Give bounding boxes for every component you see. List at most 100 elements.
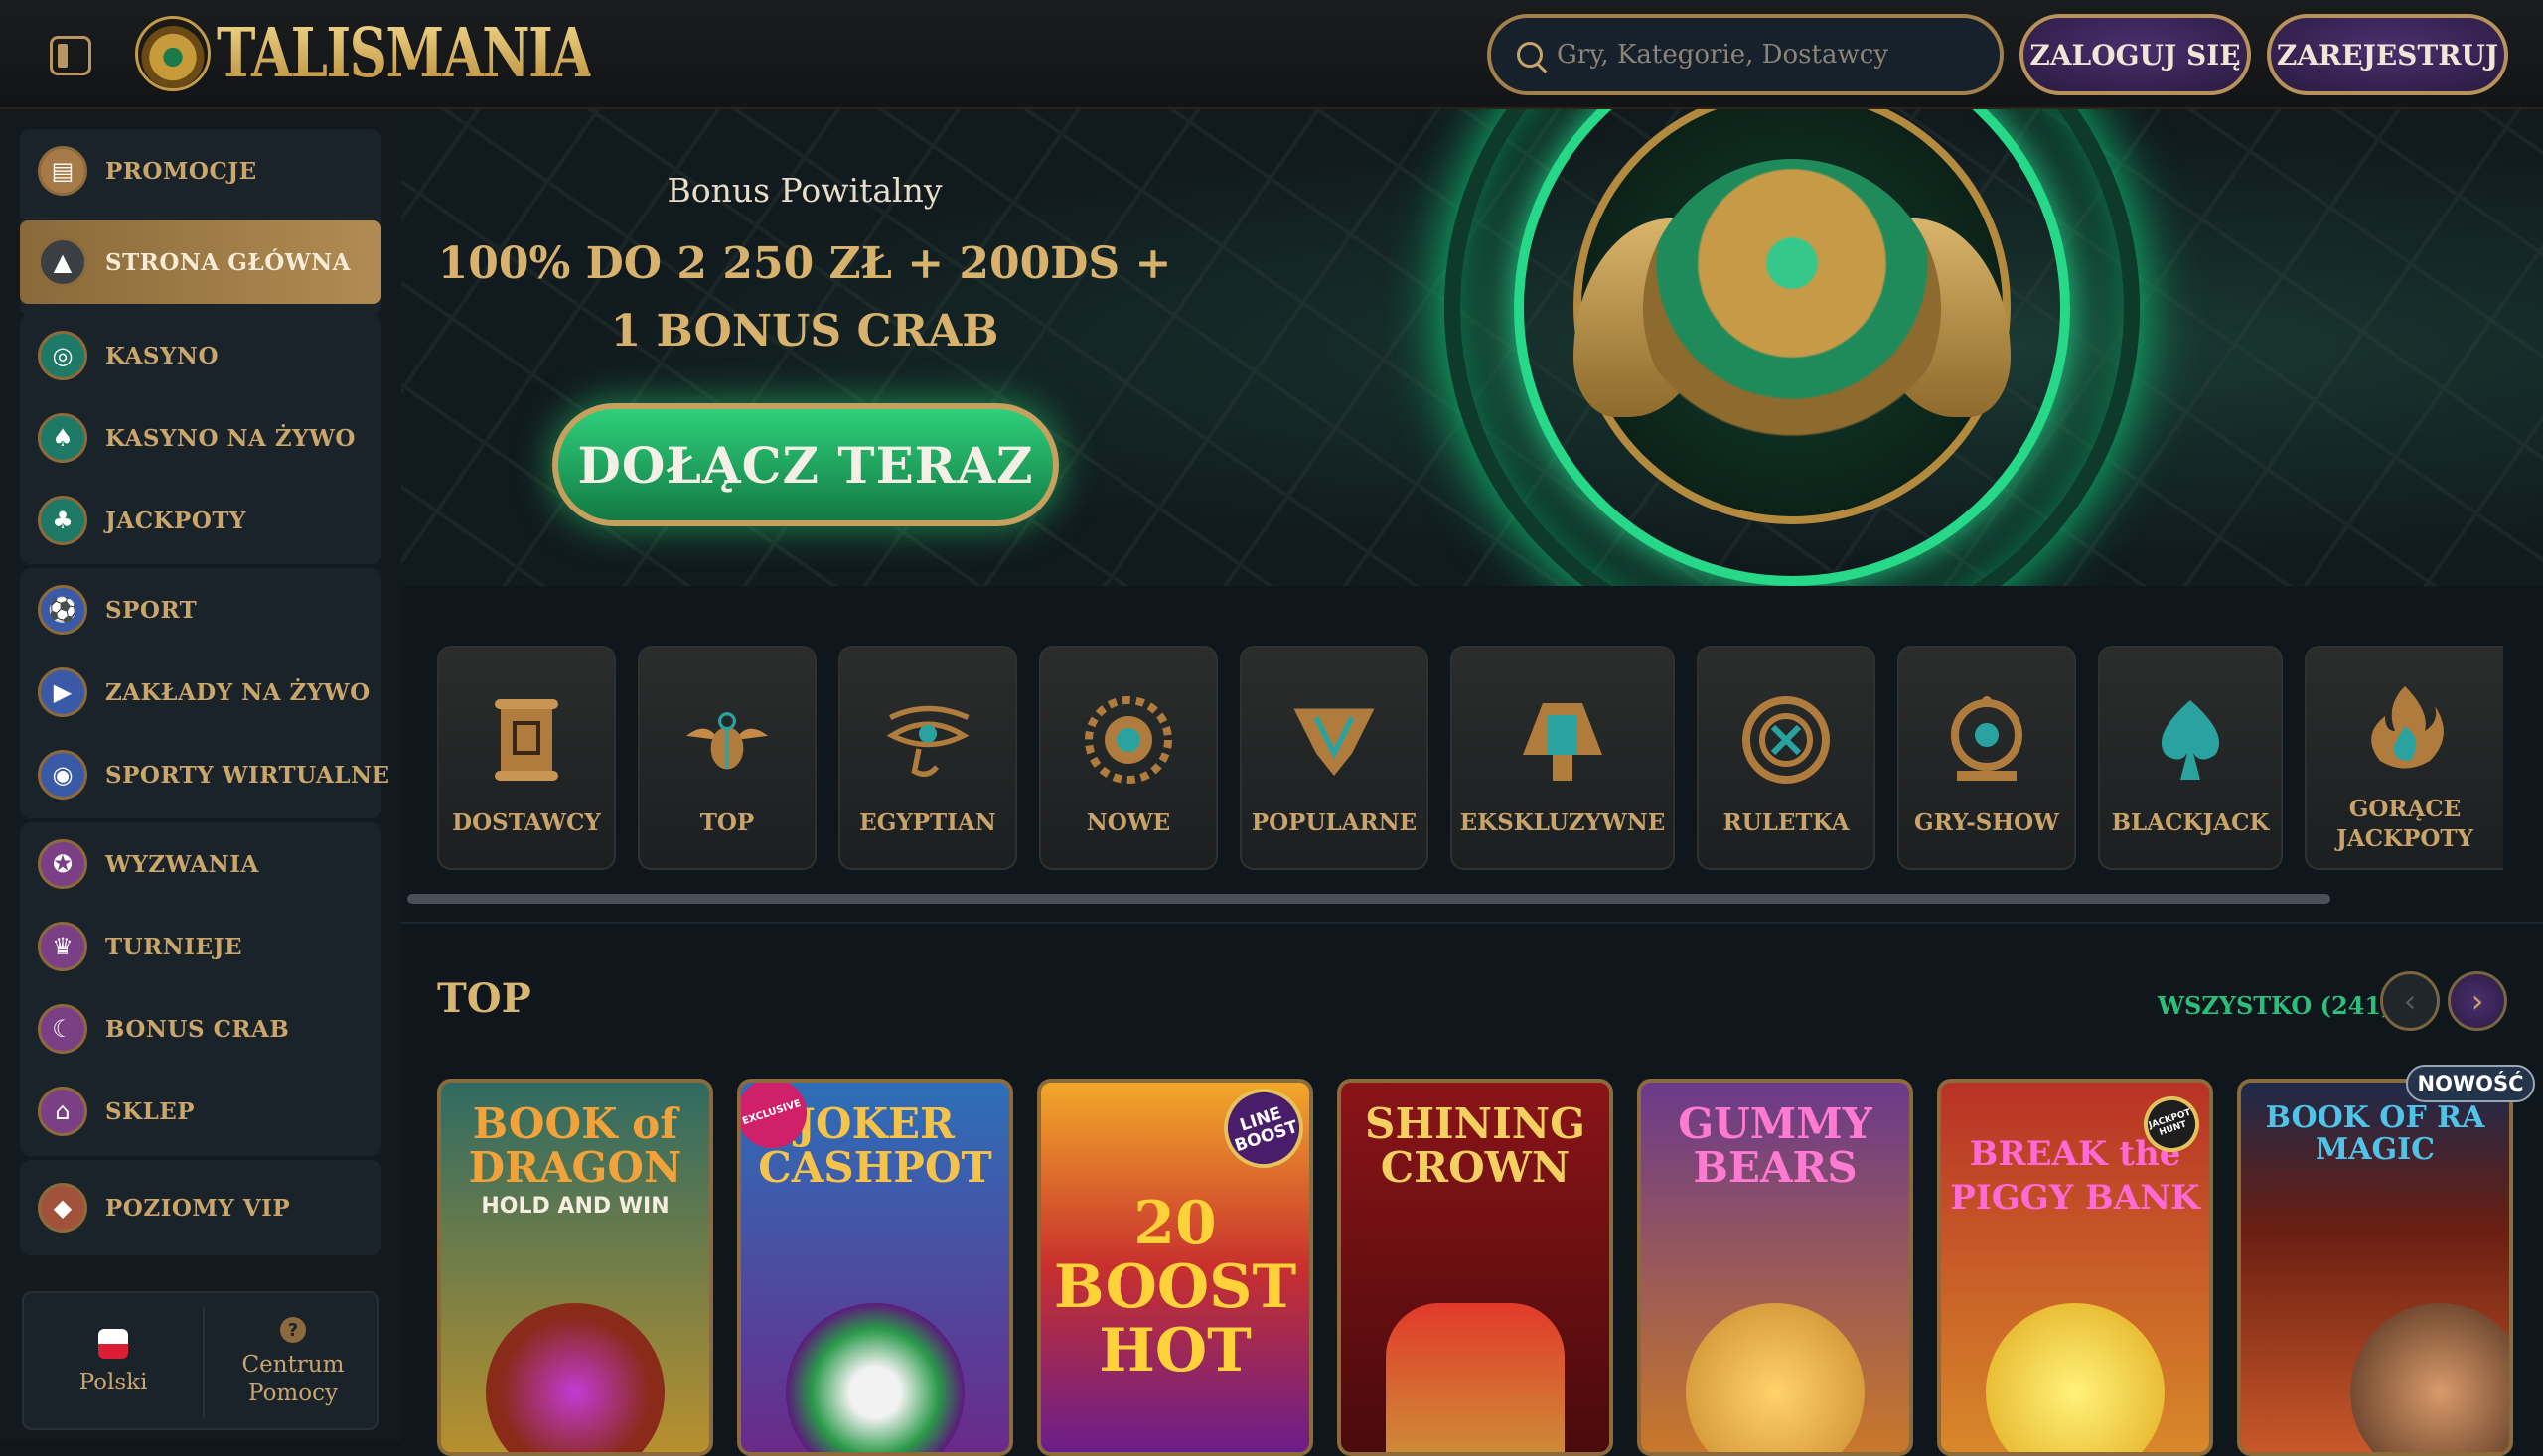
sidebar-item-label: SPORTY WIRTUALNE	[105, 761, 390, 789]
diamond-icon: ◆	[38, 1183, 87, 1233]
category-scrollbar[interactable]	[407, 894, 2330, 904]
banner-headline: 100% DO 2 250 ZŁ + 200DS + 1 BONUS CRAB	[401, 230, 1208, 365]
help-center-button[interactable]: ? Centrum Pomocy	[205, 1293, 381, 1432]
logo-text: TALISMANIA	[217, 14, 592, 93]
sidebar-item-label: BONUS CRAB	[105, 1015, 290, 1043]
sidebar-item-label: KASYNO	[105, 342, 219, 369]
ball-icon: ⚽	[38, 585, 87, 635]
banner-subtitle: Bonus Powitalny	[667, 171, 943, 210]
explorer-art	[2350, 1303, 2509, 1452]
spade-icon	[2146, 695, 2235, 785]
play-icon: ▶	[38, 667, 87, 717]
sidebar-item-sport[interactable]: ⚽ SPORT	[20, 568, 381, 652]
category-label: GRY-SHOW	[1914, 809, 2059, 836]
games-section-top: TOP WSZYSTKO (241) ‹ › NOWOŚĆ BOOK of DR…	[401, 924, 2543, 1456]
joker-art	[786, 1303, 965, 1452]
game-title: SHINING CROWN	[1365, 1099, 1585, 1192]
spade-icon: ♠	[38, 413, 87, 463]
category-egyptian[interactable]: EGYPTIAN	[838, 646, 1017, 870]
search-icon	[1517, 42, 1543, 68]
help-icon: ?	[280, 1317, 306, 1343]
sidebar-item-label: TURNIEJE	[105, 933, 243, 960]
game-card[interactable]: 20 BOOST HOT LINE BOOST	[1037, 1079, 1313, 1456]
sidebar-item-poziomy-vip[interactable]: ◆ POZIOMY VIP	[20, 1166, 381, 1249]
chevron-left-icon[interactable]: ‹	[2380, 971, 2440, 1031]
gift-box-icon: ▤	[38, 146, 87, 196]
sidebar-item-label: SPORT	[105, 596, 198, 624]
category-ekskluzywne[interactable]: EKSKLUZYWNE	[1450, 646, 1675, 870]
chevron-right-icon[interactable]: ›	[2448, 971, 2507, 1031]
sidebar-footer: Polski ? Centrum Pomocy	[22, 1291, 379, 1430]
category-blackjack[interactable]: BLACKJACK	[2098, 646, 2283, 870]
sidebar-item-label: PROMOCJE	[105, 157, 257, 185]
game-card[interactable]: BOOK OF RA MAGIC	[2237, 1079, 2513, 1456]
scarab-logo-icon	[135, 16, 211, 91]
register-button[interactable]: ZAREJESTRUJ	[2267, 14, 2508, 95]
category-label: BLACKJACK	[2111, 809, 2270, 836]
sidebar-item-zaklady-na-zywo[interactable]: ▶ ZAKŁADY NA ŻYWO	[20, 651, 381, 734]
banner-headline-line1: 100% DO 2 250 ZŁ + 200DS +	[437, 238, 1172, 289]
pyramid-icon: ▲	[38, 237, 87, 287]
join-now-button[interactable]: DOŁĄCZ TERAZ	[552, 403, 1059, 526]
chip-icon: ◎	[38, 331, 87, 380]
sidebar-item-wyzwania[interactable]: ✪ WYZWANIA	[20, 822, 381, 906]
category-top[interactable]: TOP	[638, 646, 817, 870]
target-icon: ✪	[38, 839, 87, 889]
category-gorace-jackpoty[interactable]: GORĄCE JACKPOTY	[2305, 646, 2503, 870]
new-badge: NOWOŚĆ	[2406, 1065, 2535, 1102]
login-button[interactable]: ZALOGUJ SIĘ	[2019, 14, 2251, 95]
sun-disc-icon	[1084, 695, 1173, 785]
crown-art	[1386, 1303, 1565, 1452]
sidebar: ▤ PROMOCJE ▲ STRONA GŁÓWNA ◎ KASYNO ♠ KA…	[0, 109, 401, 1441]
game-card[interactable]: JOKER CASHPOT EXCLUSIVE	[737, 1079, 1013, 1456]
sidebar-item-label: JACKPOTY	[105, 507, 246, 534]
category-label: POPULARNE	[1251, 809, 1418, 836]
game-card[interactable]: BOOK of DRAGON HOLD AND WIN	[437, 1079, 713, 1456]
flame-icon	[2360, 681, 2450, 771]
game-card[interactable]: GUMMY BEARS	[1637, 1079, 1913, 1456]
search-box[interactable]	[1487, 14, 2004, 95]
sidebar-item-turnieje[interactable]: ♛ TURNIEJE	[20, 905, 381, 988]
sidebar-item-label: SKLEP	[105, 1097, 196, 1125]
sidebar-toggle-icon[interactable]	[50, 36, 91, 75]
language-button[interactable]: Polski	[24, 1293, 203, 1432]
search-input[interactable]	[1557, 40, 1994, 70]
sidebar-item-label: STRONA GŁÓWNA	[105, 248, 351, 276]
category-nowe[interactable]: NOWE	[1039, 646, 1218, 870]
category-popularne[interactable]: POPULARNE	[1240, 646, 1428, 870]
category-label: RULETKA	[1722, 809, 1850, 836]
wheel-icon	[1942, 695, 2031, 785]
gummy-bear-art	[1686, 1303, 1865, 1452]
piggy-bank-art	[1986, 1303, 2165, 1452]
category-bar: DOSTAWCY TOP EGYPTIAN NOWE POPULARNE EKS…	[401, 586, 2543, 924]
category-label: EKSKLUZYWNE	[1459, 809, 1666, 836]
banner-headline-line2: 1 BONUS CRAB	[610, 306, 999, 357]
promo-banner[interactable]: Bonus Powitalny 100% DO 2 250 ZŁ + 200DS…	[401, 109, 2543, 586]
book-art	[486, 1303, 665, 1452]
sidebar-item-kasyno[interactable]: ◎ KASYNO	[20, 314, 381, 397]
sidebar-item-jackpoty[interactable]: ♣ JACKPOTY	[20, 479, 381, 562]
category-label: EGYPTIAN	[859, 809, 996, 836]
poland-flag-icon	[98, 1328, 128, 1359]
category-dostawcy[interactable]: DOSTAWCY	[437, 646, 616, 870]
see-all-link[interactable]: WSZYSTKO (241)	[2158, 991, 2392, 1020]
scarab-emblem-icon	[1643, 159, 1941, 457]
game-card[interactable]: SHINING CROWN	[1337, 1079, 1613, 1456]
game-card[interactable]: BREAK the PIGGY BANK JACKPOT HUNT	[1937, 1079, 2213, 1456]
sidebar-item-promocje[interactable]: ▤ PROMOCJE	[20, 129, 381, 213]
sidebar-item-strona-glowna[interactable]: ▲ STRONA GŁÓWNA	[20, 220, 381, 304]
category-label: TOP	[699, 809, 755, 836]
sidebar-item-sporty-wirtualne[interactable]: ◉ SPORTY WIRTUALNE	[20, 733, 389, 816]
scroll-icon	[482, 695, 571, 785]
sidebar-item-label: ZAKŁADY NA ŻYWO	[105, 678, 371, 706]
sidebar-item-bonus-crab[interactable]: ☾ BONUS CRAB	[20, 987, 381, 1071]
game-title: 20 BOOST HOT	[1053, 1189, 1297, 1385]
sidebar-item-kasyno-na-zywo[interactable]: ♠ KASYNO NA ŻYWO	[20, 396, 381, 480]
category-gry-show[interactable]: GRY-SHOW	[1897, 646, 2076, 870]
scarab-icon	[682, 695, 772, 785]
sidebar-item-sklep[interactable]: ⌂ SKLEP	[20, 1070, 381, 1153]
help-label: Centrum Pomocy	[241, 1352, 345, 1406]
roulette-icon	[1741, 695, 1831, 785]
logo[interactable]: TALISMANIA	[135, 14, 696, 93]
category-ruletka[interactable]: RULETKA	[1697, 646, 1875, 870]
